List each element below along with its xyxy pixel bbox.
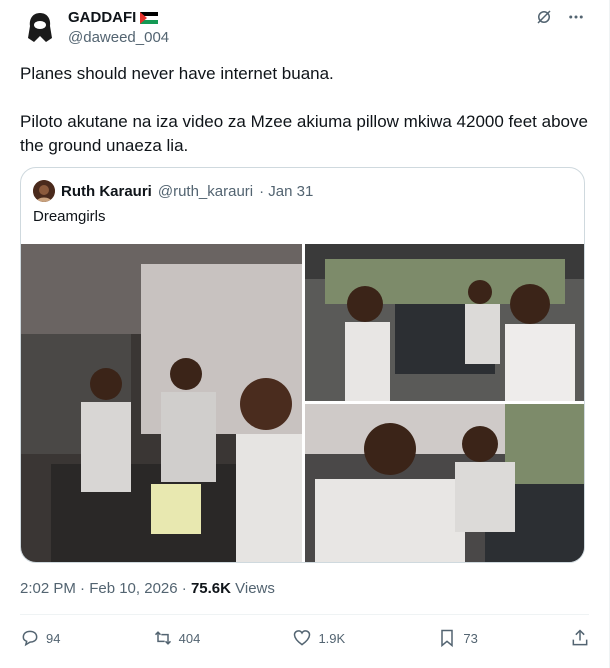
quote-header: Ruth Karauri @ruth_karauri · Jan 31 [33,180,313,202]
quote-date: · Jan 31 [259,182,314,200]
like-button[interactable]: 1.9K [292,628,345,648]
quote-text: Dreamgirls [33,208,106,225]
views-count: 75.6K [190,580,231,597]
quote-avatar [33,180,55,202]
photo-pilots-selfie[interactable] [305,404,584,562]
more-options-icon[interactable] [567,8,585,26]
tweet-card: GADDAFI @daweed_004 Planes should never … [0,0,610,668]
author-name[interactable]: GADDAFI [68,8,136,28]
tweet-timestamp[interactable]: 2:02 PM · Feb 10, 2026 · 75.6K Views [20,580,275,597]
author-handle[interactable]: @daweed_004 [68,28,169,48]
quote-author-name: Ruth Karauri [61,182,152,200]
bookmark-icon [441,629,454,648]
tweet-line: Piloto akutane na iza video za Mzee akiu… [20,112,588,155]
divider [20,614,589,615]
repost-count: 404 [178,630,201,646]
tweet-line: Planes should never have internet buana. [20,64,334,83]
quote-author-handle: @ruth_karauri [157,182,254,200]
reply-icon [22,630,38,647]
timestamp-text: 2:02 PM · Feb 10, 2026 · [20,580,187,597]
photo-cockpit-three-pilots[interactable] [21,244,302,562]
grok-icon[interactable] [535,8,553,26]
views-label: Views [235,580,275,597]
heart-icon [294,630,311,646]
reply-count: 94 [46,630,61,646]
author-avatar[interactable] [20,8,60,48]
repost-button[interactable]: 404 [153,628,201,648]
bookmark-button[interactable]: 73 [437,628,478,648]
author-info: GADDAFI @daweed_004 [68,8,169,48]
action-bar: 94 404 1.9K 73 [20,628,590,648]
tweet-text: Planes should never have internet buana.… [20,62,590,182]
reply-button[interactable]: 94 [20,628,60,648]
share-icon [572,629,588,646]
photo-cockpit-pilots-smiling[interactable] [305,244,584,401]
repost-icon [154,631,171,645]
share-button[interactable] [570,628,590,648]
media-grid [21,244,584,562]
palestine-flag-icon [140,12,159,24]
like-count: 1.9K [318,630,346,646]
quoted-tweet[interactable]: Ruth Karauri @ruth_karauri · Jan 31 Drea… [20,167,585,563]
tweet-top-actions [535,8,585,26]
bookmark-count: 73 [463,630,478,646]
